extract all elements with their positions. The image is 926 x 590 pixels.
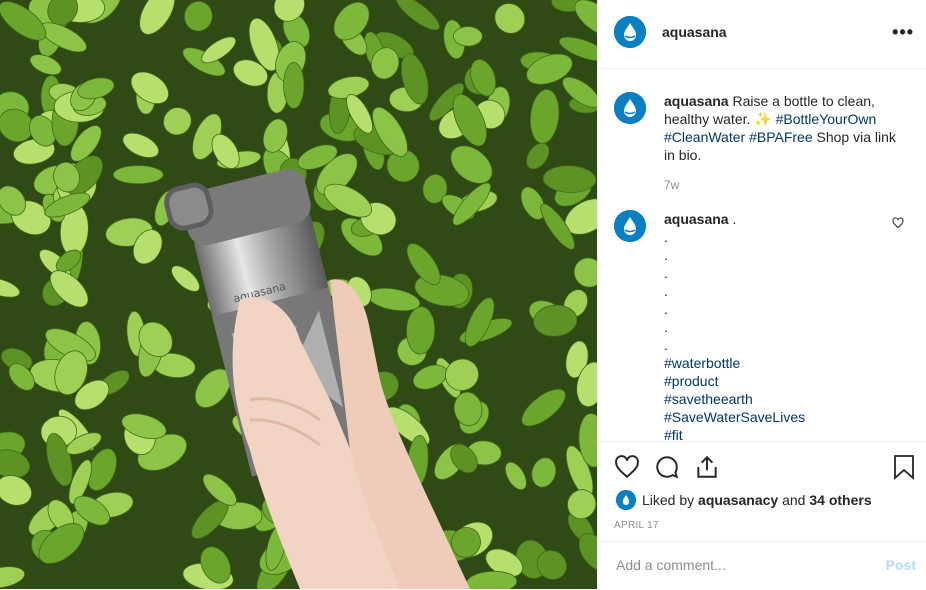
sparkle-emoji-icon: ✨ [754, 111, 772, 127]
comment-line: . [664, 301, 668, 317]
likes-summary: Liked by aquasanacy and 34 others [616, 490, 872, 510]
header-username[interactable]: aquasana [662, 24, 727, 40]
aquasana-logo-icon [614, 16, 646, 48]
caption-comment: aquasana Raise a bottle to clean, health… [598, 92, 926, 192]
comment-input[interactable] [614, 556, 858, 574]
avatar[interactable] [614, 210, 646, 242]
hashtag-link[interactable]: #BPAFree [749, 129, 813, 145]
post-actions: Liked by aquasanacy and 34 others APRIL … [598, 441, 926, 542]
comment-line: . [664, 283, 668, 299]
likes-prefix: Liked by [642, 492, 695, 508]
likes-others-link[interactable]: 34 others [809, 492, 871, 508]
caption-text: aquasana Raise a bottle to clean, health… [664, 92, 910, 164]
hashtag-link[interactable]: #BottleYourOwn [776, 111, 877, 127]
likes-middle: and [782, 492, 806, 508]
post-photo[interactable]: aquasana [0, 0, 597, 589]
aquasana-logo-icon [614, 210, 646, 242]
leaves-background: aquasana [0, 0, 597, 589]
comment-item: aquasana . . . . . . . . #waterbottle #p… [598, 210, 926, 440]
comment-text: aquasana . [664, 210, 910, 228]
comment-body: . [732, 211, 737, 227]
aquasana-logo-icon [616, 490, 636, 510]
post-panel: aquasana ••• aquasana Raise a bottle to … [597, 0, 926, 589]
bookmark-icon[interactable] [892, 454, 916, 485]
hashtag-link[interactable]: #savetheearth [664, 390, 910, 408]
add-comment-bar: Post [598, 541, 926, 590]
post-comment-button[interactable]: Post [886, 557, 916, 573]
caption-timestamp[interactable]: 7w [664, 178, 910, 192]
comment-line: . [664, 319, 668, 335]
comment-line: . [664, 337, 668, 353]
leaf [283, 62, 305, 109]
liker-username[interactable]: aquasanacy [698, 492, 778, 508]
avatar[interactable] [614, 92, 646, 124]
share-icon[interactable] [694, 454, 720, 485]
comment-like-heart-icon[interactable] [892, 216, 904, 234]
avatar[interactable] [614, 16, 646, 48]
post-header: aquasana ••• [598, 0, 926, 69]
hashtag-link[interactable]: #SaveWaterSaveLives [664, 408, 910, 426]
post-date[interactable]: APRIL 17 [614, 520, 659, 531]
hashtag-link[interactable]: #waterbottle [664, 354, 910, 372]
comment-line: . [664, 229, 668, 245]
leaf [453, 26, 483, 47]
comment-line: . [664, 247, 668, 263]
like-heart-icon[interactable] [614, 454, 640, 485]
liker-avatar[interactable] [616, 490, 636, 510]
leaf [112, 165, 164, 185]
more-options-icon[interactable]: ••• [892, 22, 914, 43]
comment-username[interactable]: aquasana [664, 211, 729, 227]
comments-list[interactable]: aquasana Raise a bottle to clean, health… [598, 69, 926, 440]
caption-username[interactable]: aquasana [664, 93, 729, 109]
comment-bubble-icon[interactable] [654, 454, 680, 485]
hashtag-link[interactable]: #product [664, 372, 910, 390]
comment-line: . [664, 265, 668, 281]
aquasana-logo-icon [614, 92, 646, 124]
hashtag-link[interactable]: #CleanWater [664, 129, 745, 145]
hashtag-link[interactable]: #fit [664, 426, 910, 440]
